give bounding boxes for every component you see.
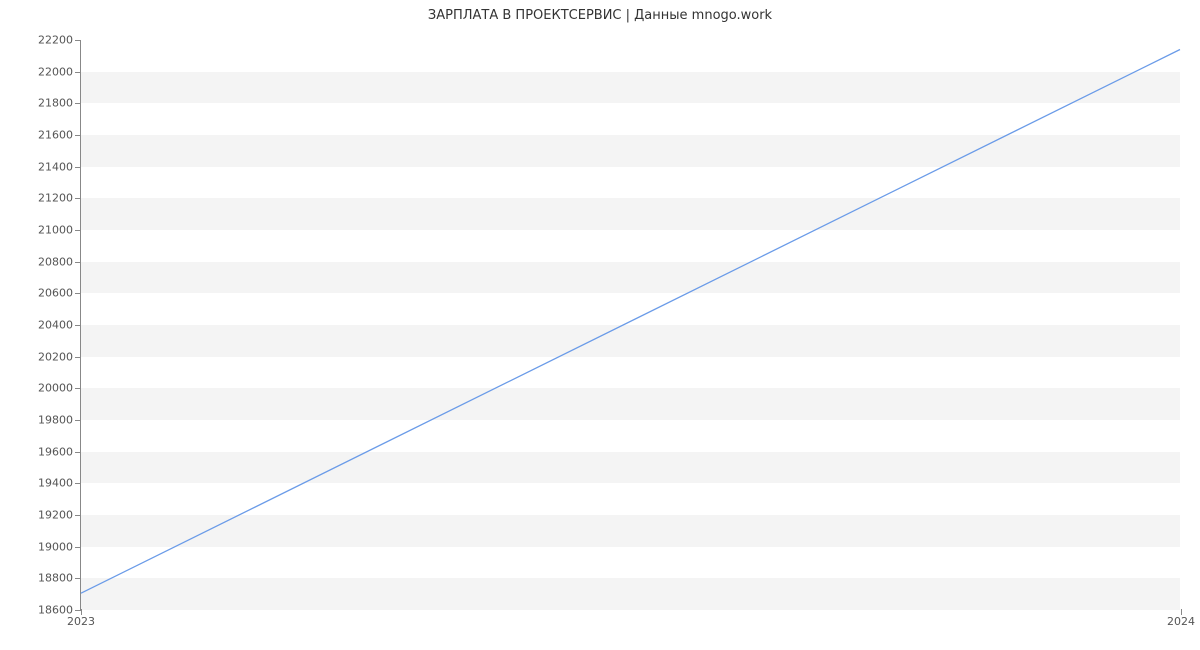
chart-series-line	[81, 49, 1180, 593]
y-tick	[75, 167, 81, 168]
chart-line-layer	[81, 40, 1180, 609]
y-tick-label: 21000	[38, 224, 73, 237]
y-tick	[75, 40, 81, 41]
y-tick-label: 20200	[38, 350, 73, 363]
y-tick-label: 20800	[38, 255, 73, 268]
y-tick	[75, 452, 81, 453]
y-tick-label: 21400	[38, 160, 73, 173]
y-tick	[75, 357, 81, 358]
x-tick-label: 2023	[67, 615, 95, 628]
y-tick-label: 19200	[38, 509, 73, 522]
y-tick-label: 20600	[38, 287, 73, 300]
y-tick-label: 22200	[38, 34, 73, 47]
y-tick-label: 21600	[38, 129, 73, 142]
chart-title: ЗАРПЛАТА В ПРОЕКТСЕРВИС | Данные mnogo.w…	[0, 8, 1200, 23]
y-tick	[75, 198, 81, 199]
y-tick	[75, 262, 81, 263]
y-tick-label: 19600	[38, 445, 73, 458]
y-tick	[75, 547, 81, 548]
y-tick-label: 20000	[38, 382, 73, 395]
x-tick-label: 2024	[1167, 615, 1195, 628]
y-tick	[75, 578, 81, 579]
y-tick-label: 21800	[38, 97, 73, 110]
y-tick	[75, 325, 81, 326]
y-tick	[75, 515, 81, 516]
y-tick	[75, 135, 81, 136]
y-tick-label: 22000	[38, 65, 73, 78]
y-tick-label: 18800	[38, 572, 73, 585]
y-tick	[75, 293, 81, 294]
y-tick-label: 20400	[38, 319, 73, 332]
y-tick	[75, 388, 81, 389]
y-tick	[75, 483, 81, 484]
y-tick-label: 19000	[38, 540, 73, 553]
y-tick	[75, 230, 81, 231]
y-tick	[75, 103, 81, 104]
y-tick-label: 19800	[38, 414, 73, 427]
y-tick	[75, 420, 81, 421]
y-tick	[75, 72, 81, 73]
chart-plot-area: 1860018800190001920019400196001980020000…	[80, 40, 1180, 610]
y-tick-label: 21200	[38, 192, 73, 205]
y-tick-label: 19400	[38, 477, 73, 490]
